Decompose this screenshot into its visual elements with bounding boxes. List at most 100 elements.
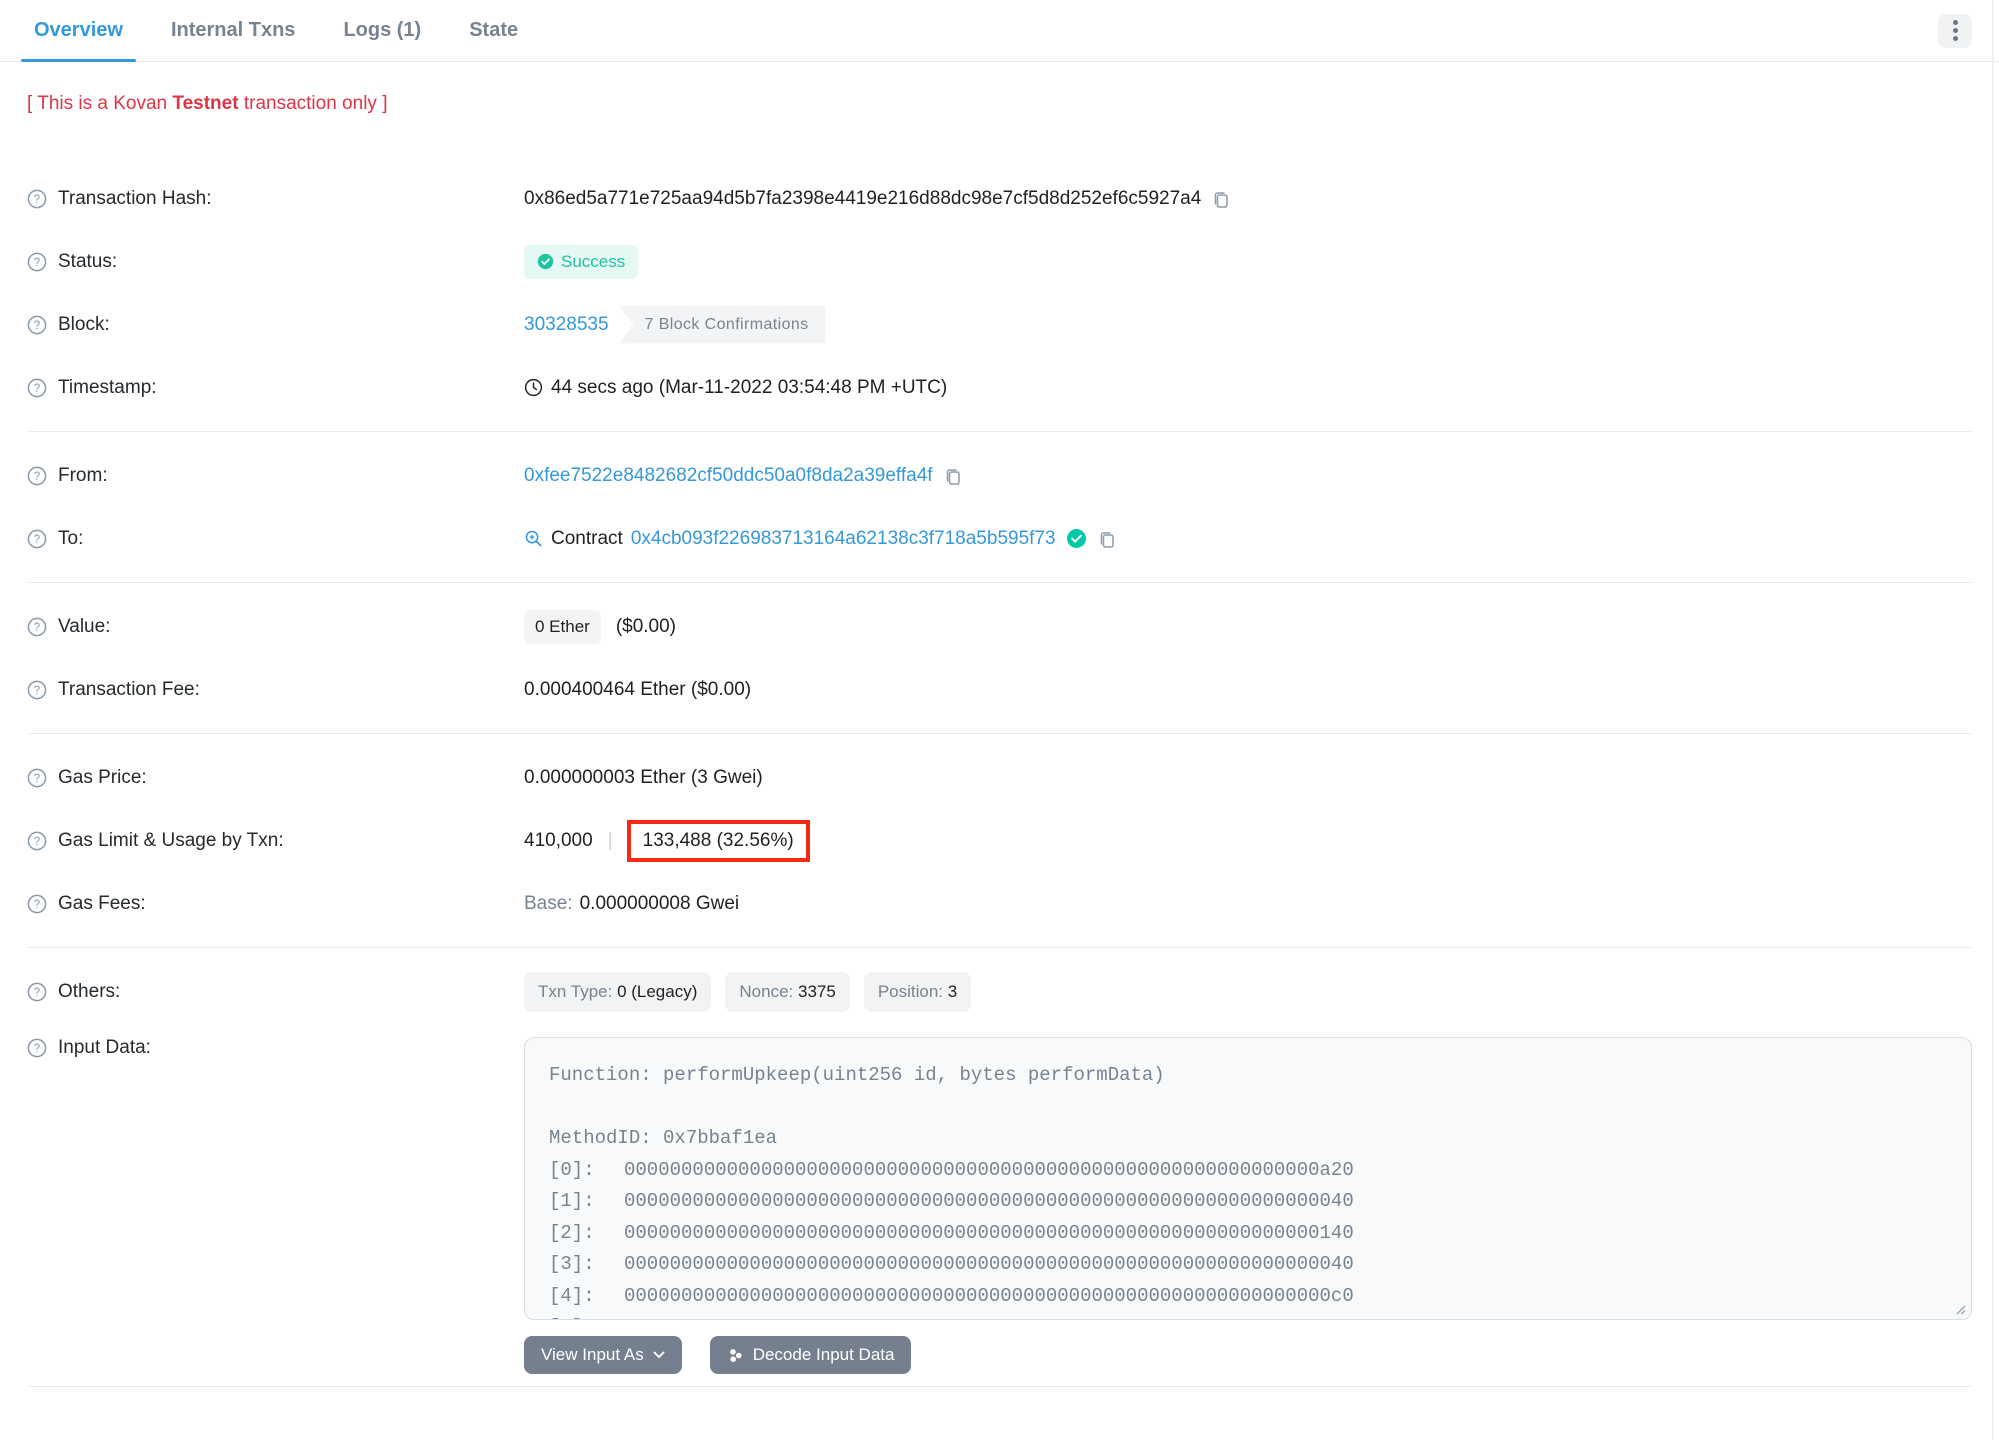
copy-icon[interactable] xyxy=(1211,189,1231,209)
copy-icon[interactable] xyxy=(943,466,963,486)
tab-overview[interactable]: Overview xyxy=(21,0,136,62)
svg-text:?: ? xyxy=(34,773,40,785)
word-hex: 0000000000000000000000000000000000000000… xyxy=(624,1253,1354,1275)
help-icon[interactable]: ? xyxy=(27,315,47,335)
input-method-id: MethodID: 0x7bbaf1ea xyxy=(549,1127,778,1149)
row-transaction-fee: ? Transaction Fee: 0.000400464 Ether ($0… xyxy=(27,658,1972,721)
help-icon[interactable]: ? xyxy=(27,617,47,637)
section-overview-top: ? Transaction Hash: 0x86ed5a771e725aa94d… xyxy=(27,155,1972,431)
txn-type-key: Txn Type: xyxy=(538,981,618,1001)
svg-text:?: ? xyxy=(34,899,40,911)
check-circle-icon xyxy=(537,253,554,270)
input-data-textarea[interactable]: Function: performUpkeep(uint256 id, byte… xyxy=(524,1037,1972,1320)
value-label: Value: xyxy=(58,615,111,637)
help-icon[interactable]: ? xyxy=(27,378,47,398)
gas-fees-base-value: 0.000000008 Gwei xyxy=(579,892,740,914)
copy-icon[interactable] xyxy=(1097,529,1117,549)
help-icon[interactable]: ? xyxy=(27,189,47,209)
svg-text:?: ? xyxy=(34,257,40,269)
row-timestamp: ? Timestamp: 44 secs ago (Mar-11-2022 03… xyxy=(27,356,1972,419)
timestamp-value: 44 secs ago (Mar-11-2022 03:54:48 PM +UT… xyxy=(551,376,948,398)
help-icon[interactable]: ? xyxy=(27,894,47,914)
tab-state[interactable]: State xyxy=(456,0,531,61)
divider xyxy=(27,1386,1972,1387)
svg-text:?: ? xyxy=(34,320,40,332)
input-blank-line xyxy=(549,1092,1947,1124)
block-number-link[interactable]: 30328535 xyxy=(524,314,609,336)
to-address-link[interactable]: 0x4cb093f226983713164a62138c3f718a5b595f… xyxy=(631,528,1056,550)
warning-suffix: transaction only ] xyxy=(238,93,388,114)
resize-grip-icon[interactable] xyxy=(1952,1301,1966,1315)
word-hex: 0000000000000000000000000000000000000000… xyxy=(624,1312,1354,1319)
help-icon[interactable]: ? xyxy=(27,680,47,700)
input-word-row: [0]: 000000000000000000000000000000000000… xyxy=(549,1155,1947,1187)
section-value-fee: ? Value: 0 Ether ($0.00) ? Transaction F… xyxy=(27,583,1972,733)
from-address-link[interactable]: 0xfee7522e8482682cf50ddc50a0f8da2a39effa… xyxy=(524,465,933,487)
decode-input-data-button[interactable]: Decode Input Data xyxy=(709,1336,912,1374)
help-icon[interactable]: ? xyxy=(27,1038,47,1058)
svg-text:?: ? xyxy=(34,194,40,206)
word-index: [5]: xyxy=(549,1312,624,1319)
row-to: ? To: Contract 0x4cb093f226983713164a621… xyxy=(27,507,1972,570)
section-addresses: ? From: 0xfee7522e8482682cf50ddc50a0f8da… xyxy=(27,432,1972,582)
from-label: From: xyxy=(58,464,108,486)
tab-logs[interactable]: Logs (1) xyxy=(330,0,434,61)
nonce-key: Nonce: xyxy=(739,981,798,1001)
help-icon[interactable]: ? xyxy=(27,252,47,272)
testnet-warning: [ This is a Kovan Testnet transaction on… xyxy=(27,62,1972,155)
scrollbar-track[interactable] xyxy=(1992,0,1994,1440)
value-amount-badge: 0 Ether xyxy=(524,609,601,644)
input-word-row: [2]: 000000000000000000000000000000000000… xyxy=(549,1218,1947,1250)
tab-bar: Overview Internal Txns Logs (1) State xyxy=(0,0,1999,62)
gas-limit-value: 410,000 xyxy=(524,829,593,851)
help-icon[interactable]: ? xyxy=(27,831,47,851)
gas-limit-usage-label: Gas Limit & Usage by Txn: xyxy=(58,829,284,851)
zoom-in-icon[interactable] xyxy=(524,529,543,548)
row-input-data: ? Input Data: Function: performUpkeep(ui… xyxy=(27,1023,1972,1374)
help-icon[interactable]: ? xyxy=(27,768,47,788)
svg-text:?: ? xyxy=(34,836,40,848)
to-kind: Contract xyxy=(551,527,623,549)
input-word-row: [1]: 000000000000000000000000000000000000… xyxy=(549,1186,1947,1218)
input-data-actions: View Input As Decode Input Data xyxy=(524,1336,1972,1374)
row-from: ? From: 0xfee7522e8482682cf50ddc50a0f8da… xyxy=(27,444,1972,507)
word-hex: 0000000000000000000000000000000000000000… xyxy=(624,1221,1354,1244)
txn-type-badge: Txn Type: 0 (Legacy) xyxy=(524,971,712,1012)
timestamp-label: Timestamp: xyxy=(58,376,157,398)
decode-cluster-icon xyxy=(727,1347,744,1364)
gas-price-label: Gas Price: xyxy=(58,766,147,788)
help-icon[interactable]: ? xyxy=(27,466,47,486)
position-key: Position: xyxy=(877,981,948,1001)
word-index: [4]: xyxy=(549,1284,595,1307)
help-icon[interactable]: ? xyxy=(27,529,47,549)
section-gas: ? Gas Price: 0.000000003 Ether (3 Gwei) … xyxy=(27,734,1972,947)
row-others: ? Others: Txn Type: 0 (Legacy) Nonce: 33… xyxy=(27,960,1972,1023)
input-word-row: [3]: 000000000000000000000000000000000000… xyxy=(549,1249,1947,1281)
svg-text:?: ? xyxy=(34,471,40,483)
help-icon[interactable]: ? xyxy=(27,982,47,1002)
to-label: To: xyxy=(58,527,84,549)
gas-fees-label: Gas Fees: xyxy=(58,892,146,914)
svg-text:?: ? xyxy=(34,987,40,999)
view-input-as-button[interactable]: View Input As xyxy=(524,1336,682,1374)
svg-text:?: ? xyxy=(34,622,40,634)
value-usd: ($0.00) xyxy=(615,615,677,637)
row-block: ? Block: 30328535 7 Block Confirmations xyxy=(27,293,1972,356)
transaction-hash-value: 0x86ed5a771e725aa94d5b7fa2398e4419e216d8… xyxy=(524,187,1202,209)
chevron-down-icon xyxy=(653,1351,665,1359)
verified-check-icon xyxy=(1066,528,1087,549)
transaction-fee-label: Transaction Fee: xyxy=(58,678,200,700)
row-status: ? Status: Success xyxy=(27,230,1972,293)
word-index: [1]: xyxy=(549,1190,595,1212)
row-gas-limit-usage: ? Gas Limit & Usage by Txn: 410,000 | 13… xyxy=(27,809,1972,872)
nonce-value: 3375 xyxy=(797,981,836,1001)
svg-text:?: ? xyxy=(34,383,40,395)
kebab-menu-icon xyxy=(1952,20,1958,41)
tab-internal-txns[interactable]: Internal Txns xyxy=(158,0,308,61)
gas-fees-base-label: Base: xyxy=(524,892,573,914)
more-options-button[interactable] xyxy=(1938,13,1972,48)
view-input-as-label: View Input As xyxy=(541,1345,644,1364)
decode-input-data-label: Decode Input Data xyxy=(752,1345,895,1364)
gas-usage-value: 133,488 (32.56%) xyxy=(642,829,794,851)
row-gas-price: ? Gas Price: 0.000000003 Ether (3 Gwei) xyxy=(27,746,1972,809)
